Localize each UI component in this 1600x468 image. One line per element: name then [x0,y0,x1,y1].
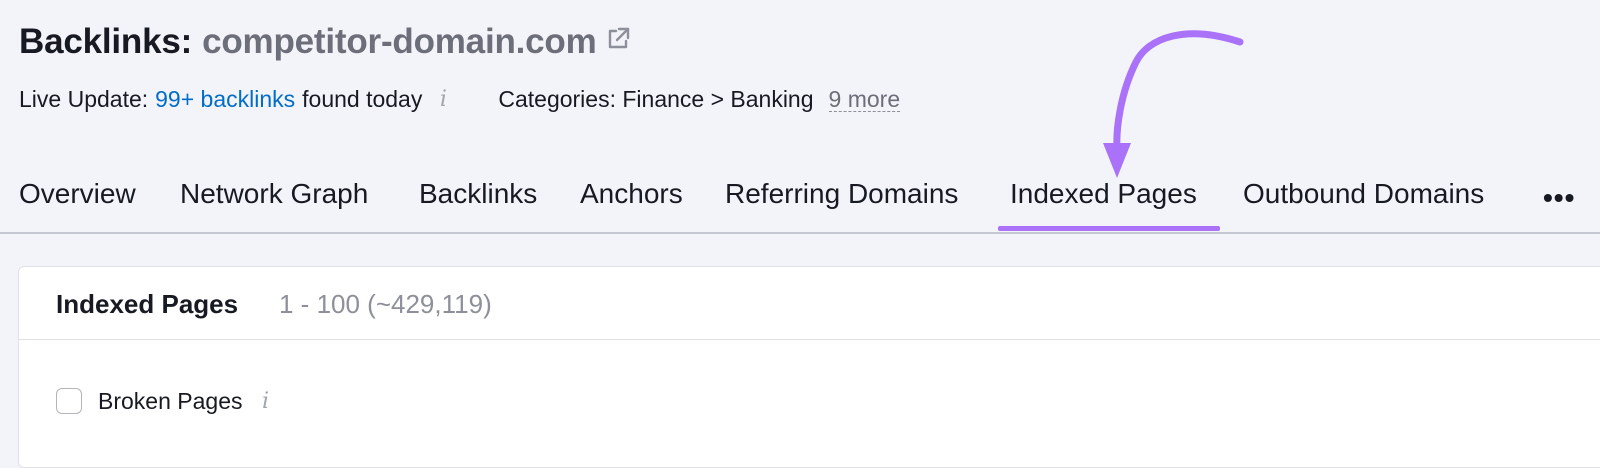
broken-pages-filter: Broken Pages i [56,386,272,416]
more-tabs-icon[interactable]: ••• [1543,182,1575,214]
broken-pages-checkbox[interactable] [56,388,82,414]
tab-overview[interactable]: Overview [19,178,136,210]
external-link-icon-graphic [608,27,629,49]
external-link-icon[interactable] [605,26,631,52]
indexed-pages-card: Indexed Pages 1 - 100 (~429,119) Broken … [18,266,1600,468]
tab-network-graph[interactable]: Network Graph [180,178,368,210]
tab-bar: Overview Network Graph Backlinks Anchors… [0,166,1600,234]
categories-label: Categories: Finance > Banking [498,85,814,112]
live-update-suffix: found today [302,85,423,112]
card-title: Indexed Pages [56,289,239,319]
tab-referring-domains[interactable]: Referring Domains [725,178,958,210]
active-tab-indicator [998,226,1220,231]
categories-more-link[interactable]: 9 more [828,87,901,112]
meta-row: Live Update: 99+ backlinks found today i… [19,84,901,114]
info-icon[interactable]: i [436,87,450,112]
card-header: Indexed Pages 1 - 100 (~429,119) [19,267,1600,340]
tab-indexed-pages[interactable]: Indexed Pages [1010,178,1197,210]
live-update-label: Live Update: [19,85,149,112]
info-icon[interactable]: i [258,389,272,414]
tab-backlinks[interactable]: Backlinks [419,178,537,210]
result-count: 1 - 100 (~429,119) [279,289,492,319]
page-title: Backlinks: [19,22,193,61]
page-title-row: Backlinks: competitor-domain.com [19,20,631,64]
live-update-backlinks-link[interactable]: 99+ backlinks [155,86,295,113]
domain-name: competitor-domain.com [202,22,597,61]
broken-pages-label[interactable]: Broken Pages [98,388,242,415]
tab-anchors[interactable]: Anchors [580,178,683,210]
tab-outbound-domains[interactable]: Outbound Domains [1243,178,1484,210]
